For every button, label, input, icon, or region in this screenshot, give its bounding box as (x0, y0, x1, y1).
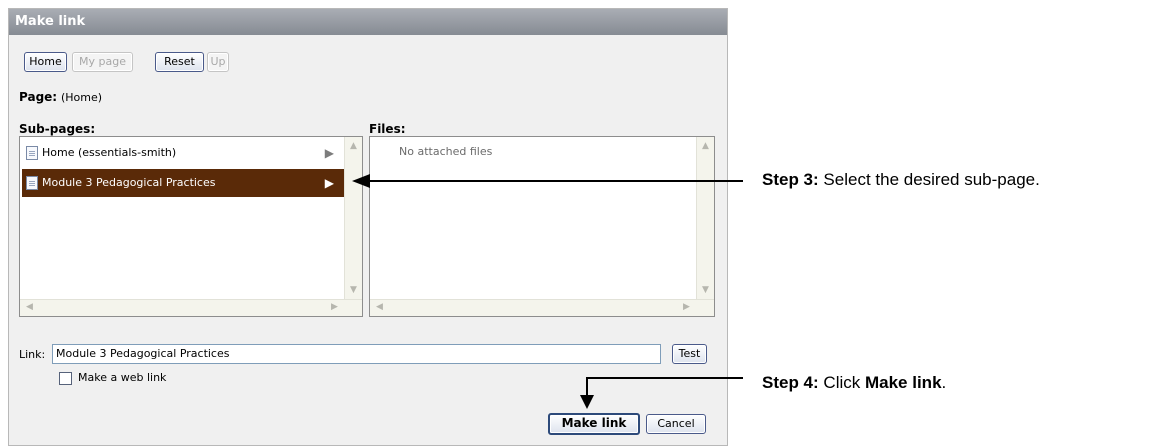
step4-prefix: Step 4: (762, 373, 819, 392)
step4-arrow-line (587, 377, 743, 379)
files-horizontal-scrollbar[interactable]: ◀ ▶ (370, 299, 714, 316)
document-icon (26, 146, 38, 160)
cancel-button[interactable]: Cancel (646, 414, 706, 434)
step4-arrow-head-icon (580, 395, 594, 409)
files-label: Files: (369, 122, 406, 136)
expand-arrow-icon[interactable]: ▶ (325, 169, 334, 197)
step3-arrow-line (370, 180, 743, 182)
subpages-horizontal-scrollbar[interactable]: ◀ ▶ (20, 299, 362, 316)
subpage-row-home[interactable]: Home (essentials-smith) ▶ (22, 139, 344, 167)
subpages-label: Sub-pages: (19, 122, 96, 136)
files-vertical-scrollbar[interactable]: ▲ ▼ (696, 137, 714, 300)
scroll-left-icon[interactable]: ◀ (372, 300, 387, 315)
step4-text-b: . (941, 373, 947, 392)
link-label: Link: (19, 348, 46, 361)
step3-text: Select the desired sub-page. (823, 170, 1040, 189)
expand-arrow-icon[interactable]: ▶ (325, 139, 334, 167)
page-label: Page: (19, 90, 58, 104)
test-button[interactable]: Test (672, 344, 707, 364)
files-empty-message: No attached files (399, 145, 493, 158)
step4-text-a: Click (823, 373, 865, 392)
page-indicator: Page: (Home) (19, 90, 102, 104)
make-link-button[interactable]: Make link (548, 413, 640, 435)
reset-button[interactable]: Reset (155, 52, 204, 72)
subpage-row-module3[interactable]: Module 3 Pedagogical Practices ▶ (22, 169, 344, 197)
subpage-label: Home (essentials-smith) (42, 146, 177, 159)
web-link-label: Make a web link (78, 371, 167, 384)
document-icon (26, 176, 38, 190)
link-input[interactable]: Module 3 Pedagogical Practices (52, 344, 661, 364)
web-link-checkbox[interactable] (59, 372, 72, 385)
step3-arrow-head-icon (352, 174, 370, 188)
scroll-down-icon[interactable]: ▼ (698, 283, 713, 298)
step3-prefix: Step 3: (762, 170, 819, 189)
subpage-label: Module 3 Pedagogical Practices (42, 176, 216, 189)
up-button[interactable]: Up (207, 52, 229, 72)
scroll-down-icon[interactable]: ▼ (346, 283, 361, 298)
page-value: (Home) (60, 91, 103, 104)
make-link-dialog: Make link Home My page Reset Up Page: (H… (8, 8, 728, 446)
step4-annotation: Step 4: Click Make link. (762, 373, 946, 393)
scroll-up-icon[interactable]: ▲ (346, 139, 361, 154)
subpages-vertical-scrollbar[interactable]: ▲ ▼ (344, 137, 362, 300)
files-list[interactable]: No attached files ▲ ▼ ◀ ▶ (369, 136, 715, 317)
scroll-right-icon[interactable]: ▶ (679, 300, 694, 315)
scroll-left-icon[interactable]: ◀ (22, 300, 37, 315)
scroll-right-icon[interactable]: ▶ (327, 300, 342, 315)
dialog-title: Make link (9, 9, 727, 35)
my-page-button[interactable]: My page (72, 52, 133, 72)
home-button[interactable]: Home (24, 52, 67, 72)
step4-bold: Make link (864, 373, 942, 392)
step4-arrow-stem (586, 377, 588, 397)
scroll-up-icon[interactable]: ▲ (698, 139, 713, 154)
step3-annotation: Step 3: Select the desired sub-page. (762, 170, 1040, 190)
subpages-list[interactable]: Home (essentials-smith) ▶ Module 3 Pedag… (19, 136, 363, 317)
